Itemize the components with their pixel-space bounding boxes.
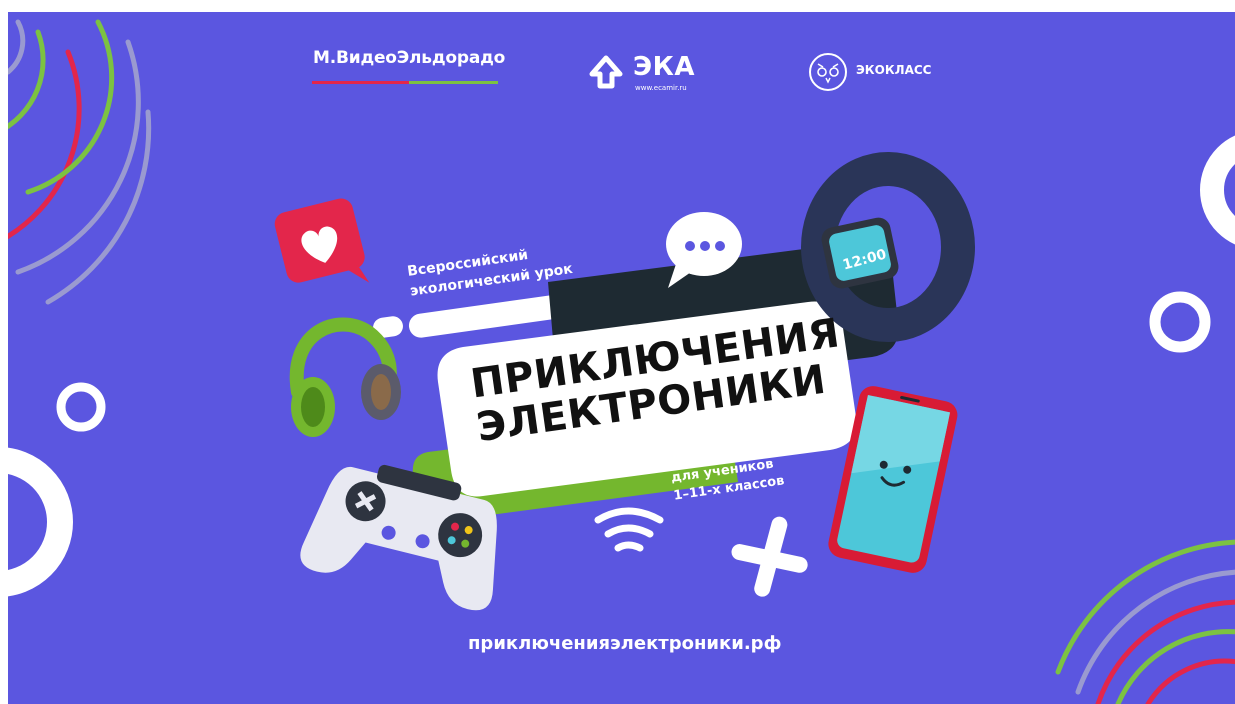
banner: М.ВидеоЭльдорадо ЭКА www.ecamir.ru ЭКОКЛ… — [8, 12, 1235, 704]
website-link[interactable]: приключенияэлектроники.рф — [468, 633, 781, 654]
ring-right-large — [1200, 135, 1235, 245]
ekoklass-logo: ЭКОКЛАСС — [856, 63, 932, 77]
headphones-icon — [289, 317, 401, 437]
ring-right-small — [1149, 291, 1211, 353]
eka-logo: ЭКА — [633, 52, 695, 82]
eka-logo-url: www.ecamir.ru — [635, 84, 687, 92]
mvideo-logo-underline — [312, 81, 498, 84]
bottom-right-arcs — [1055, 539, 1235, 704]
wifi-icon — [594, 507, 664, 552]
heart-like-icon — [274, 198, 370, 283]
mvideo-logo: М.ВидеоЭльдорадо — [313, 48, 506, 68]
top-left-arcs — [8, 19, 152, 305]
cross-icon — [731, 516, 808, 597]
eka-arrow-icon — [589, 55, 623, 89]
ring-left-small — [56, 382, 106, 432]
ring-left-large — [8, 447, 73, 597]
owl-icon — [809, 53, 847, 91]
